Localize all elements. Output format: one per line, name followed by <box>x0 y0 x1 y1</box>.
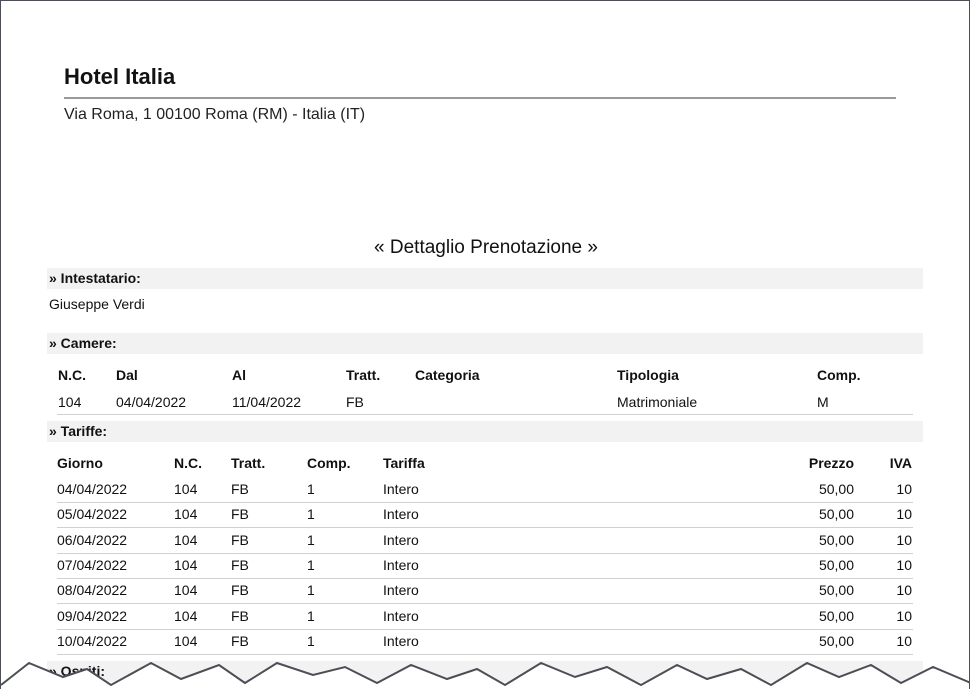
tariffe-cell: 104 <box>174 506 198 523</box>
tariffe-cell: FB <box>231 556 249 573</box>
tariffe-cell: FB <box>231 506 249 523</box>
camere-cell: 104 <box>58 394 82 410</box>
tariffe-column-header: Giorno <box>57 455 103 471</box>
document-page: Hotel Italia Via Roma, 1 00100 Roma (RM)… <box>0 0 970 689</box>
document-title: « Dettaglio Prenotazione » <box>374 237 598 258</box>
tariffe-row-divider <box>57 653 913 655</box>
tariffe-cell: 1 <box>307 556 315 573</box>
camere-cell: 04/04/2022 <box>116 394 187 410</box>
tariffe-row-divider <box>57 552 913 554</box>
hotel-name: Hotel Italia <box>64 64 176 89</box>
tariffe-cell: 08/04/2022 <box>57 582 128 599</box>
tariffe-cell: FB <box>231 481 249 497</box>
tariffe-cell: Intero <box>383 556 419 573</box>
tariffe-cell: 104 <box>174 607 198 624</box>
camere-cell: 11/04/2022 <box>232 394 302 410</box>
section-intestatario-heading: » Intestatario: <box>47 268 923 289</box>
tariffe-cell: 10 <box>896 506 912 523</box>
camere-column-header: Categoria <box>415 367 480 383</box>
tariffe-cell: 104 <box>174 556 198 573</box>
camere-cell: Matrimoniale <box>617 394 698 410</box>
tariffe-cell: FB <box>231 607 249 624</box>
tariffe-cell: 104 <box>174 531 198 548</box>
tariffe-cell: 09/04/2022 <box>57 607 128 624</box>
hotel-address: Via Roma, 1 00100 Roma (RM) - Italia (IT… <box>64 106 366 123</box>
camere-column-header: Tratt. <box>346 367 381 383</box>
intestatario-name: Giuseppe Verdi <box>49 296 145 312</box>
tariffe-cell: 10 <box>896 582 912 599</box>
tariffe-column-header: Tratt. <box>231 455 266 471</box>
tariffe-cell: FB <box>231 531 249 548</box>
tariffe-cell: Intero <box>383 582 419 599</box>
tariffe-column-header: Tariffa <box>383 455 425 471</box>
tariffe-cell: 1 <box>307 607 315 624</box>
torn-page-edge <box>1 661 969 689</box>
tariffe-cell: 10/04/2022 <box>57 632 128 649</box>
tariffe-cell: FB <box>231 582 249 599</box>
tariffe-cell: 104 <box>174 632 198 649</box>
tariffe-cell: 10 <box>896 607 912 624</box>
tariffe-cell: Intero <box>383 531 419 548</box>
section-tariffe-heading: » Tariffe: <box>47 421 923 442</box>
camere-row-divider <box>57 414 913 415</box>
tariffe-row-divider <box>57 527 913 529</box>
tariffe-cell: 1 <box>307 632 315 649</box>
tariffe-cell: 07/04/2022 <box>57 556 128 573</box>
tariffe-cell: 10 <box>896 531 912 548</box>
camere-column-header: Al <box>232 367 246 383</box>
tariffe-row-divider <box>57 577 913 579</box>
tariffe-cell: 1 <box>307 481 315 497</box>
tariffe-row-divider <box>57 603 913 605</box>
camere-column-header: Comp. <box>817 367 861 383</box>
tariffe-cell: 10 <box>896 481 912 497</box>
tariffe-cell: 104 <box>174 582 198 599</box>
tariffe-cell: Intero <box>383 506 419 523</box>
camere-column-header: Tipologia <box>617 367 679 383</box>
tariffe-cell: Intero <box>383 481 419 497</box>
section-camere-heading: » Camere: <box>47 333 923 354</box>
tariffe-cell: 1 <box>307 582 315 599</box>
tariffe-column-header: IVA <box>889 455 912 471</box>
tariffe-cell: 05/04/2022 <box>57 506 128 523</box>
tariffe-cell: 10 <box>896 556 912 573</box>
tariffe-row-divider <box>57 628 913 630</box>
tariffe-column-header: Comp. <box>307 455 351 471</box>
tariffe-cell: 10 <box>896 632 912 649</box>
tariffe-cell: 104 <box>174 481 198 497</box>
tariffe-cell: 1 <box>307 506 315 523</box>
tariffe-cell: 1 <box>307 531 315 548</box>
tariffe-cell: 06/04/2022 <box>57 531 128 548</box>
camere-column-header: N.C. <box>58 367 86 383</box>
header-divider <box>64 97 896 99</box>
camere-cell: FB <box>346 394 364 410</box>
tariffe-cell: FB <box>231 632 249 649</box>
tariffe-row-divider <box>57 502 913 503</box>
tariffe-cell: 04/04/2022 <box>57 481 128 497</box>
tariffe-column-header: N.C. <box>174 455 202 471</box>
camere-cell: M <box>817 394 829 410</box>
tariffe-cell: Intero <box>383 632 419 649</box>
tariffe-cell: Intero <box>383 607 419 624</box>
camere-column-header: Dal <box>116 367 138 383</box>
